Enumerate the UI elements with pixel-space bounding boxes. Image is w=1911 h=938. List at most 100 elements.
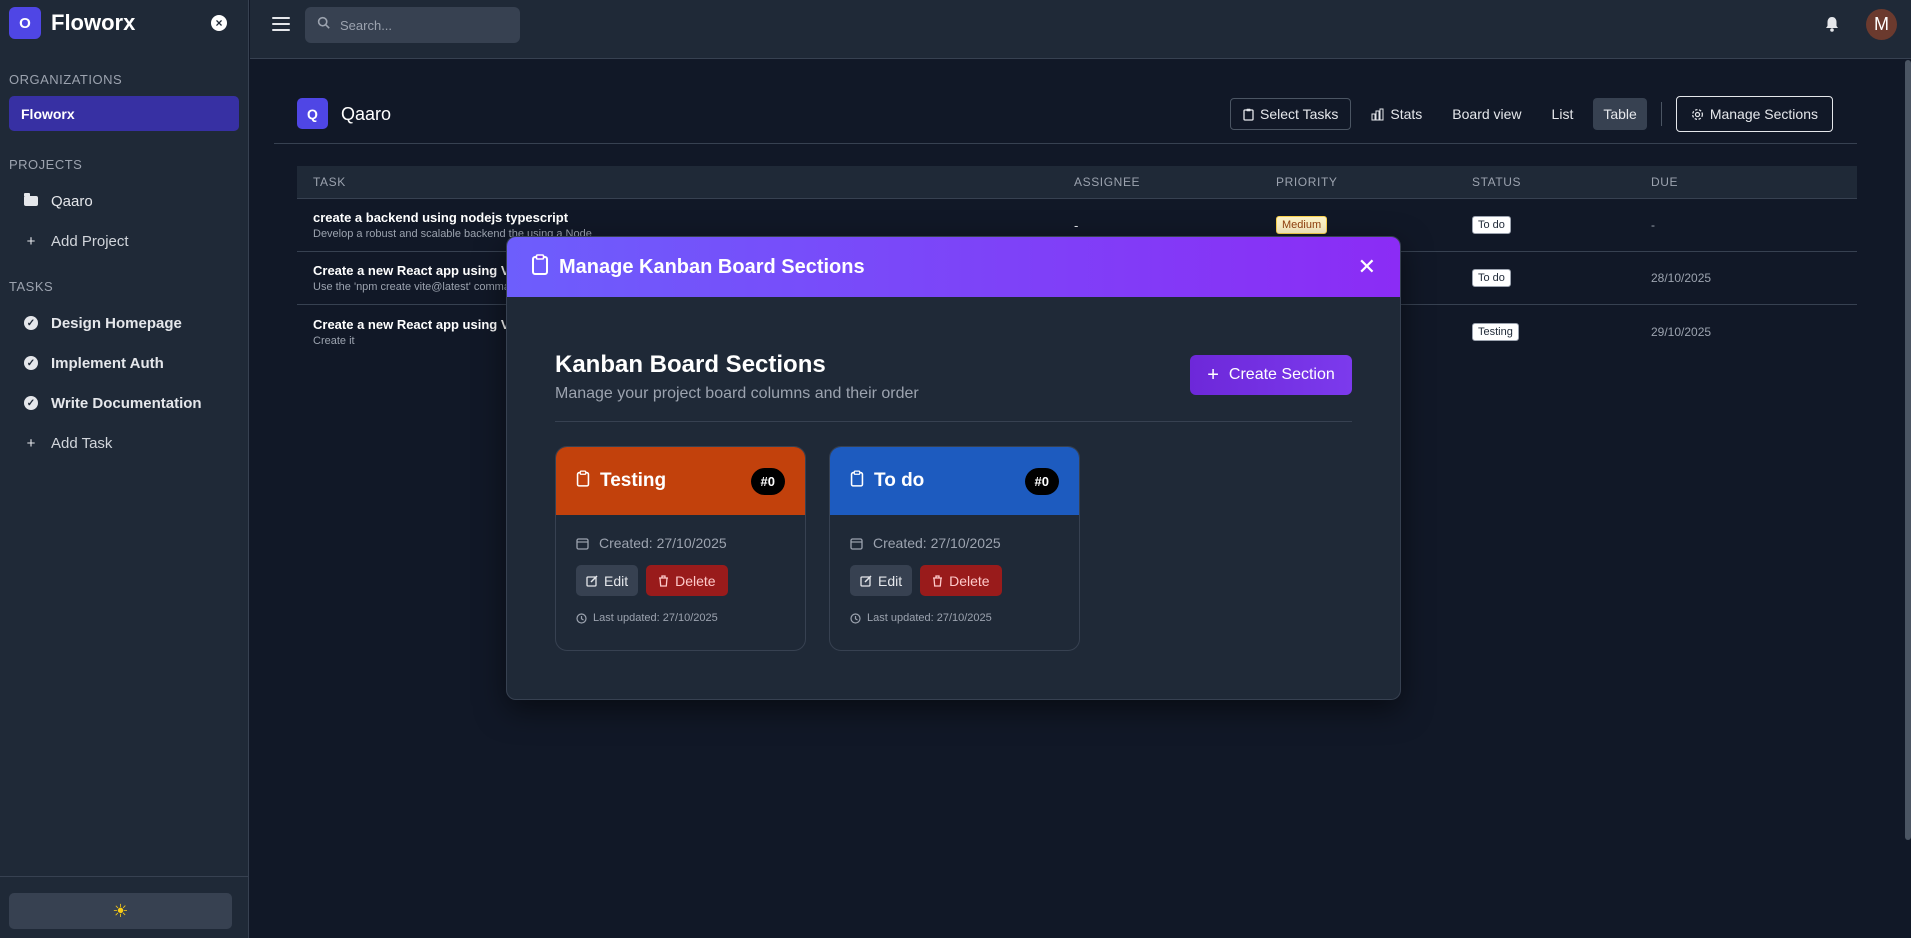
board-view-button[interactable]: Board view [1442,98,1531,130]
table-view-button[interactable]: Table [1593,98,1647,130]
create-section-button[interactable]: + Create Section [1190,355,1352,395]
priority-badge: Medium [1276,216,1328,234]
status-cell: To do [1472,269,1651,287]
section-card-body: Created: 27/10/2025 Edit Delete Last upd… [830,515,1079,624]
page-scrollbar[interactable] [1905,60,1911,840]
modal-header: Manage Kanban Board Sections ✕ [507,237,1400,297]
manage-sections-label: Manage Sections [1709,106,1818,122]
tasks-heading: TASKS [9,279,54,294]
stats-label: Stats [1390,106,1423,122]
column-header-due[interactable]: DUE [1651,175,1857,189]
section-count-badge: #0 [1024,467,1059,495]
assignee-cell: - [1074,217,1079,233]
clipboard-icon [1243,108,1254,121]
plus-icon: + [26,232,36,250]
search-input[interactable] [340,17,500,33]
theme-toggle-button[interactable]: ☀ [9,893,232,929]
due-cell: - [1651,218,1655,232]
section-cards: Testing #0 Created: 27/10/2025 Edit Dele… [555,446,1352,651]
status-badge: Testing [1472,322,1519,341]
section-card-header: To do #0 [830,447,1079,515]
plus-icon: + [26,434,36,452]
calendar-icon [850,537,863,550]
edit-section-button[interactable]: Edit [576,565,639,596]
due-cell: 28/10/2025 [1651,271,1712,285]
trash-icon [932,574,943,587]
section-actions: Edit Delete [850,565,1059,596]
sidebar-item-qaaro[interactable]: Qaaro [0,181,248,221]
section-created-text: Created: 27/10/2025 [599,535,727,551]
task-title[interactable]: create a backend using nodejs typescript [313,210,1074,225]
search-icon [317,16,330,34]
clock-icon [576,612,587,624]
section-updated-text: Last updated: 27/10/2025 [593,612,718,624]
menu-icon[interactable] [272,17,290,31]
clipboard-icon [576,470,590,492]
plus-icon: + [1207,364,1219,386]
section-card-to-do: To do #0 Created: 27/10/2025 Edit Delete… [829,446,1080,651]
column-header-assignee[interactable]: ASSIGNEE [1074,175,1276,189]
section-updated: Last updated: 27/10/2025 [576,612,785,624]
sidebar: O Floworx × ORGANIZATIONS Floworx PROJEC… [0,0,249,938]
modal-title: Manage Kanban Board Sections [559,255,865,278]
section-actions: Edit Delete [576,565,785,596]
organizations-heading: ORGANIZATIONS [9,72,123,87]
column-header-task[interactable]: TASK [297,175,1074,189]
delete-section-button[interactable]: Delete [646,565,728,596]
sidebar-task-label: Design Homepage [51,314,182,332]
column-header-status[interactable]: STATUS [1472,175,1651,189]
clipboard-icon [531,254,549,280]
status-badge: To do [1472,269,1511,287]
gear-icon [1691,108,1704,121]
sidebar-task-implement-auth[interactable]: ✓ Implement Auth [0,343,248,383]
project-title: Qaaro [341,104,392,124]
close-sidebar-icon[interactable]: × [211,15,227,31]
calendar-icon [576,537,589,550]
divider [555,421,1352,422]
brand: O Floworx × [0,0,248,46]
check-circle-icon: ✓ [22,356,40,370]
edit-label: Edit [604,572,629,589]
list-view-button[interactable]: List [1542,98,1584,130]
edit-icon [586,574,598,587]
add-project-button[interactable]: + Add Project [0,221,248,261]
section-created: Created: 27/10/2025 [850,535,1059,551]
clock-icon [850,612,861,624]
sidebar-item-label: Qaaro [51,192,93,210]
sidebar-footer: ☀ [0,876,249,938]
manage-sections-modal: Manage Kanban Board Sections ✕ Kanban Bo… [506,236,1401,700]
sidebar-task-label: Implement Auth [51,354,164,372]
topbar: M [250,0,1911,59]
add-task-label: Add Task [51,434,113,452]
add-project-label: Add Project [51,232,129,250]
project-header: Q Qaaro Select Tasks Stats Board view Li… [274,96,1857,144]
due-cell: 29/10/2025 [1651,324,1712,339]
status-cell: To do [1472,216,1651,234]
status-badge: To do [1472,216,1511,234]
column-header-priority[interactable]: PRIORITY [1276,175,1472,189]
organization-item[interactable]: Floworx [9,96,239,131]
section-created: Created: 27/10/2025 [576,535,785,551]
section-card-body: Created: 27/10/2025 Edit Delete Last upd… [556,515,805,624]
projects-heading: PROJECTS [9,157,83,172]
folder-icon [22,193,40,206]
search-box[interactable] [305,7,520,43]
bell-icon[interactable] [1825,16,1839,32]
edit-section-button[interactable]: Edit [850,565,913,596]
brand-logo[interactable]: O [9,7,41,39]
close-icon[interactable]: ✕ [1358,256,1376,278]
sidebar-task-write-documentation[interactable]: ✓ Write Documentation [0,383,248,423]
trash-icon [658,574,669,587]
brand-name[interactable]: Floworx [51,10,211,36]
avatar[interactable]: M [1866,9,1897,40]
sidebar-task-design-homepage[interactable]: ✓ Design Homepage [0,303,248,343]
delete-section-button[interactable]: Delete [920,565,1002,596]
select-tasks-button[interactable]: Select Tasks [1230,98,1352,130]
table-header: TASK ASSIGNEE PRIORITY STATUS DUE [297,166,1857,199]
section-updated-text: Last updated: 27/10/2025 [867,612,992,624]
status-cell: Testing [1472,322,1651,341]
add-task-button[interactable]: + Add Task [0,423,248,463]
section-count-badge: #0 [750,467,785,495]
manage-sections-button[interactable]: Manage Sections [1675,96,1833,132]
stats-button[interactable]: Stats [1361,98,1432,130]
